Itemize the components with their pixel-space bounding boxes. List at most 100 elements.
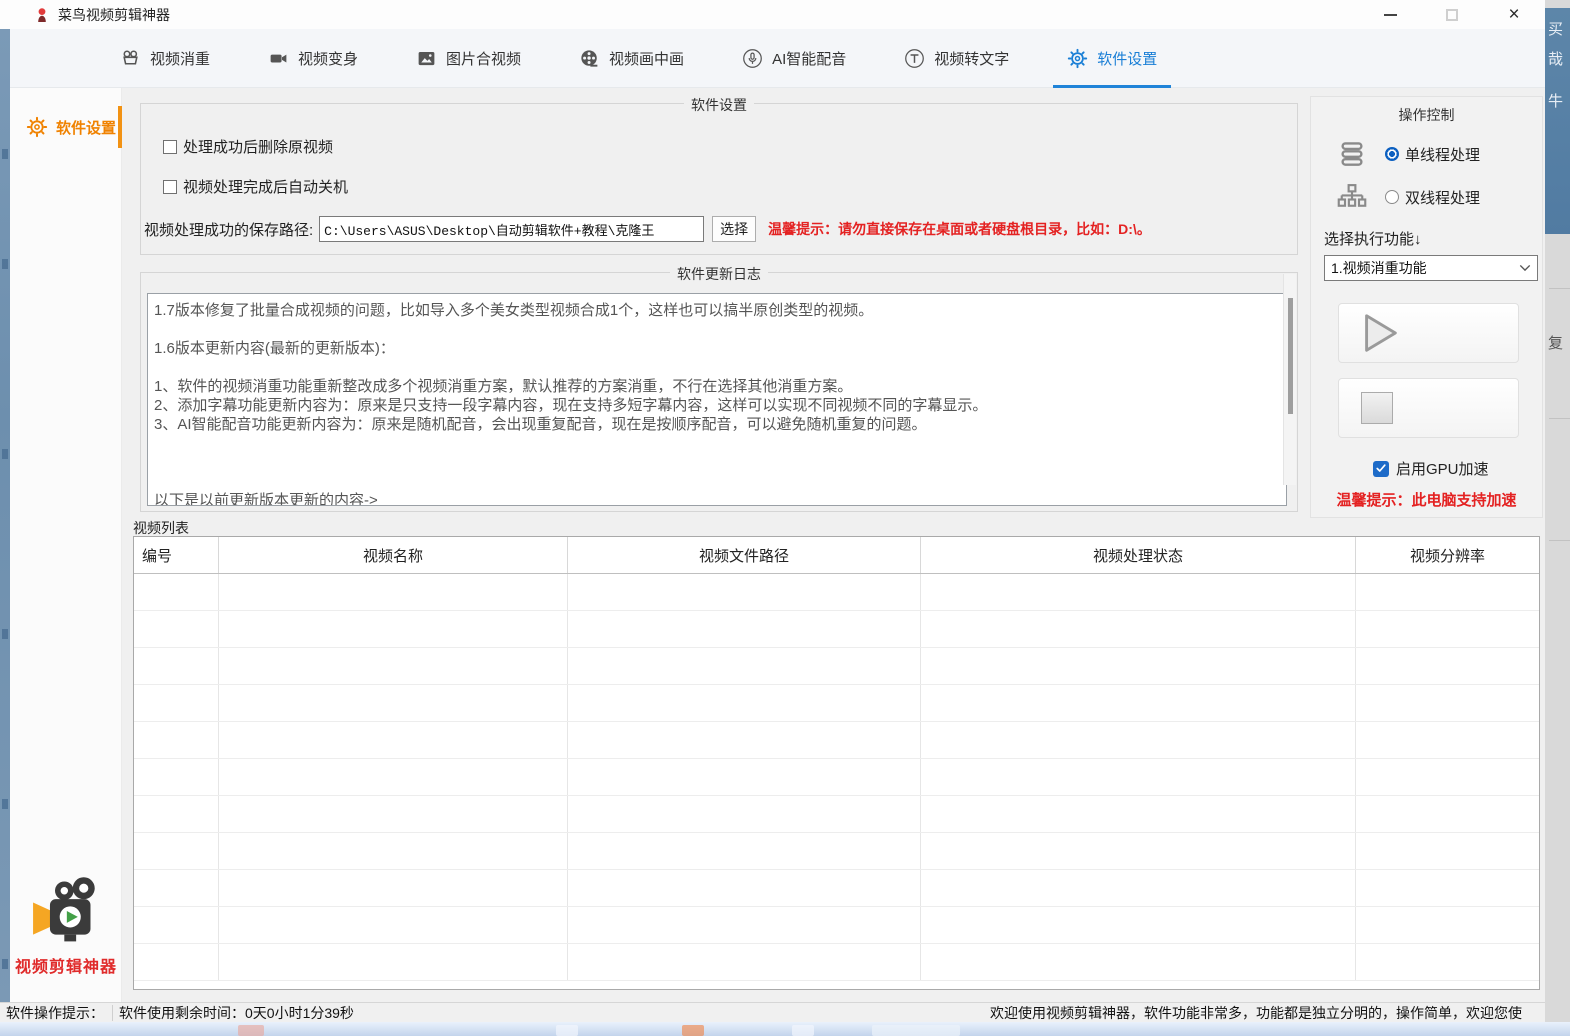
desktop-background-right: 买 哉 牛 复 [1545, 0, 1570, 1036]
function-dropdown[interactable]: 1.视频消重功能 [1324, 255, 1538, 281]
background-window-line [1549, 540, 1570, 541]
column-header-0[interactable]: 编号 [134, 537, 219, 573]
table-cell [921, 796, 1356, 832]
scrollbar-thumb[interactable] [1288, 298, 1293, 414]
table-cell [921, 759, 1356, 795]
camcorder-icon [268, 48, 289, 69]
desktop-icon-fragment [2, 629, 8, 639]
maximize-button[interactable] [1421, 0, 1483, 29]
table-cell [219, 833, 568, 869]
tab-label: 视频变身 [298, 48, 358, 69]
remaining-time-text: 软件使用剩余时间：0天0小时1分39秒 [119, 1003, 354, 1023]
table-cell [921, 870, 1356, 906]
tab-video-transform[interactable]: 视频变身 [268, 29, 358, 88]
start-button[interactable] [1338, 303, 1519, 363]
table-cell [1356, 796, 1539, 832]
update-log-text[interactable]: 1.7版本修复了批量合成视频的问题，比如导入多个美女类型视频合成1个，这样也可以… [147, 293, 1287, 506]
checkbox-delete-original[interactable]: 处理成功后删除原视频 [163, 136, 333, 157]
radio-unselected-icon [1385, 190, 1399, 204]
table-cell [921, 574, 1356, 610]
tab-settings[interactable]: 软件设置 [1067, 29, 1157, 88]
checkbox-icon [163, 180, 177, 194]
background-window-line [1549, 288, 1570, 289]
table-cell [219, 907, 568, 943]
update-log-scrollbar[interactable] [1283, 274, 1296, 485]
table-cell [134, 722, 219, 758]
tab-video-dedupe[interactable]: 视频消重 [120, 29, 210, 88]
column-header-3[interactable]: 视频处理状态 [921, 537, 1356, 573]
table-cell [921, 944, 1356, 980]
table-cell [568, 907, 921, 943]
table-cell [921, 833, 1356, 869]
table-cell [1356, 648, 1539, 684]
gpu-checkbox[interactable]: 启用GPU加速 [1373, 458, 1489, 479]
stop-button[interactable] [1338, 378, 1519, 438]
table-row [134, 833, 1539, 870]
table-cell [219, 870, 568, 906]
title-bar: 菜鸟视频剪辑神器 × [0, 0, 1545, 29]
video-list-table[interactable]: 编号视频名称视频文件路径视频处理状态视频分辨率 [133, 536, 1540, 990]
tab-video-to-text[interactable]: 视频转文字 [904, 29, 1009, 88]
taskbar-icon[interactable] [682, 1025, 704, 1036]
welcome-text: 欢迎使用视频剪辑神器，软件功能非常多，功能都是独立分明的，操作简单，欢迎您使 [990, 1003, 1545, 1023]
save-path-input[interactable] [319, 216, 704, 242]
background-window-line [1549, 418, 1570, 419]
close-button[interactable]: × [1483, 0, 1545, 29]
tree-icon [1337, 182, 1367, 212]
radio-single-thread[interactable]: 单线程处理 [1337, 139, 1480, 169]
table-row [134, 722, 1539, 759]
table-cell [921, 722, 1356, 758]
gpu-checkbox-label: 启用GPU加速 [1396, 458, 1489, 479]
desktop-icon-fragment [2, 149, 8, 159]
taskbar-icon[interactable] [238, 1025, 264, 1036]
radio-selected-icon [1385, 147, 1399, 161]
table-cell [134, 574, 219, 610]
table-row [134, 611, 1539, 648]
table-cell [568, 870, 921, 906]
table-cell [219, 944, 568, 980]
table-cell [568, 648, 921, 684]
column-header-1[interactable]: 视频名称 [219, 537, 568, 573]
table-cell [219, 722, 568, 758]
tab-label: 视频消重 [150, 48, 210, 69]
taskbar-strip [0, 1022, 1570, 1036]
desktop-edge-text: 哉 [1548, 48, 1563, 69]
table-header-row: 编号视频名称视频文件路径视频处理状态视频分辨率 [134, 537, 1539, 574]
table-row [134, 759, 1539, 796]
tab-image-to-video[interactable]: 图片合视频 [416, 29, 521, 88]
table-cell [1356, 833, 1539, 869]
select-path-button[interactable]: 选择 [712, 216, 756, 242]
tab-label: 图片合视频 [446, 48, 521, 69]
taskbar-icon[interactable] [556, 1025, 578, 1036]
table-cell [134, 648, 219, 684]
radio-dual-thread[interactable]: 双线程处理 [1337, 182, 1480, 212]
gear-icon [26, 116, 48, 138]
table-row [134, 796, 1539, 833]
control-panel: 操作控制 单线程处理 双线程处理 [1310, 96, 1543, 518]
desktop-icon-fragment [2, 259, 8, 269]
table-cell [568, 944, 921, 980]
app-logo: 视频剪辑神器 [10, 876, 122, 977]
table-cell [219, 648, 568, 684]
minimize-button[interactable] [1359, 0, 1421, 29]
table-cell [134, 870, 219, 906]
stack-icon [1337, 139, 1367, 169]
control-panel-title: 操作控制 [1311, 105, 1542, 125]
table-cell [219, 685, 568, 721]
checkbox-label: 处理成功后删除原视频 [183, 136, 333, 157]
table-cell [134, 685, 219, 721]
tab-ai-voice[interactable]: AI智能配音 [742, 29, 846, 88]
tab-video-pip[interactable]: 视频画中画 [579, 29, 684, 88]
column-header-4[interactable]: 视频分辨率 [1356, 537, 1539, 573]
taskbar-icon[interactable] [872, 1025, 960, 1036]
sidebar-item-settings[interactable]: 软件设置 [10, 104, 122, 150]
taskbar-icon[interactable] [792, 1025, 814, 1036]
checkbox-auto-shutdown[interactable]: 视频处理完成后自动关机 [163, 176, 348, 197]
save-path-row: 视频处理成功的保存路径: 选择 温馨提示：请勿直接保存在桌面或者硬盘根目录，比如… [144, 216, 1151, 242]
log-line: 2、添加字幕功能更新内容为：原来是只支持一段字幕内容，现在支持多短字幕内容，这样… [154, 396, 1268, 415]
radio-label: 双线程处理 [1405, 187, 1480, 208]
table-row [134, 870, 1539, 907]
table-cell [1356, 685, 1539, 721]
column-header-2[interactable]: 视频文件路径 [568, 537, 921, 573]
table-row [134, 907, 1539, 944]
